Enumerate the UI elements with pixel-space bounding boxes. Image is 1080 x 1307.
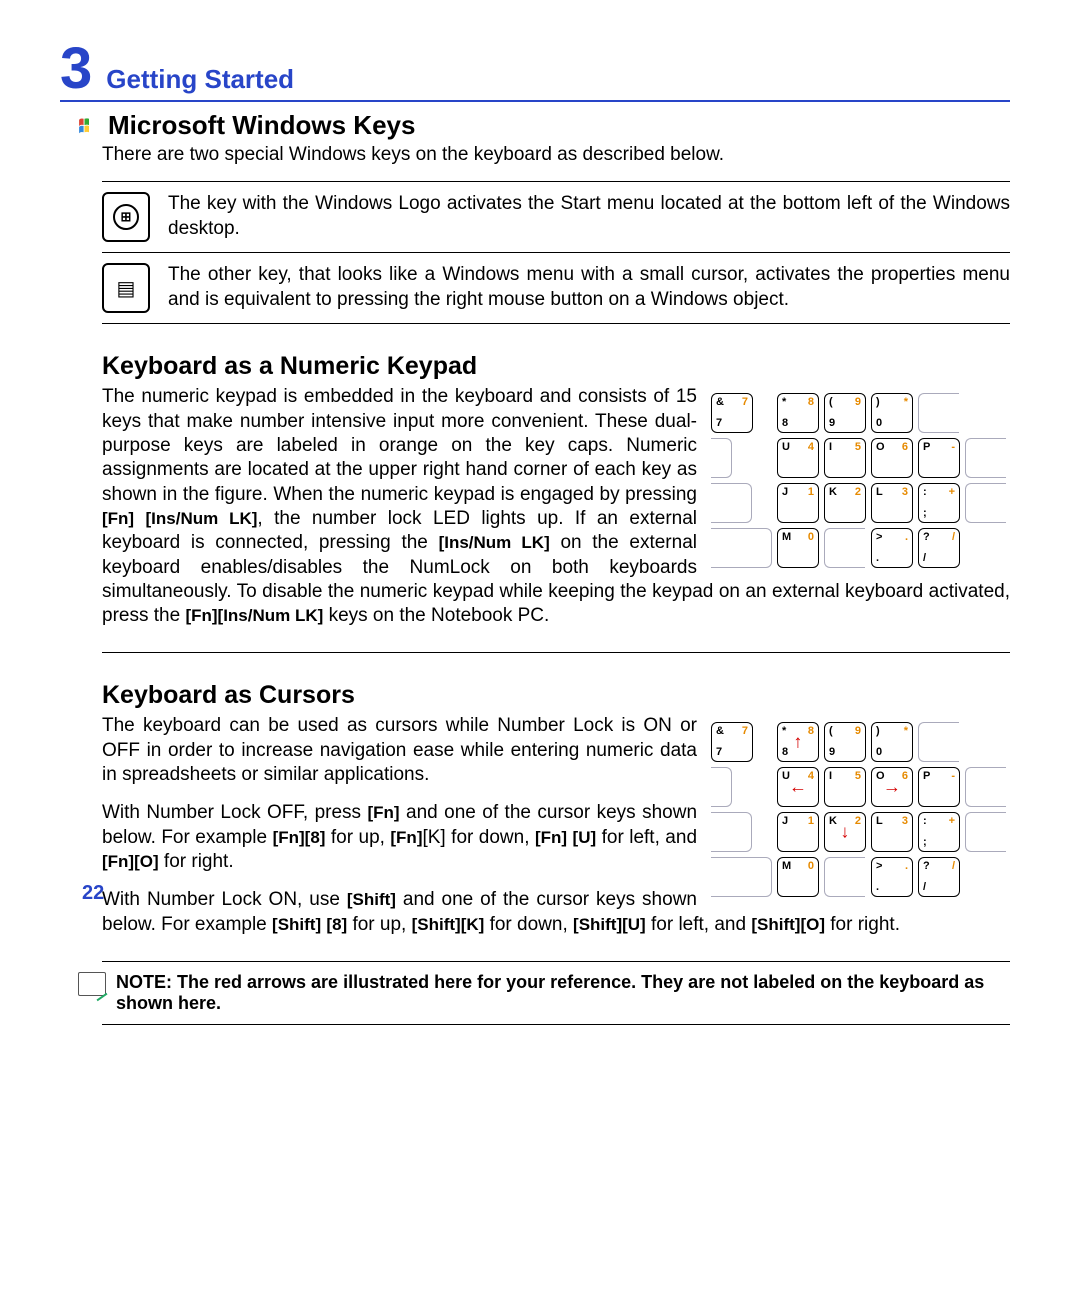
menu-key-desc: The other key, that looks like a Windows…: [168, 263, 1010, 312]
numeric-keypad-figure: &77*88(99)*0U4I5O6P-J1K2L3:+;M0>..?//: [707, 389, 1010, 572]
divider: [102, 961, 1010, 962]
menu-key-icon: ▤: [102, 263, 150, 313]
note-icon: [78, 972, 106, 996]
divider: [102, 323, 1010, 324]
chapter-number: 3: [60, 40, 92, 98]
page-number: 22: [82, 882, 104, 905]
windows-flag-icon: [78, 117, 100, 135]
chapter-title: Getting Started: [106, 64, 294, 95]
windows-logo-key-desc: The key with the Windows Logo activates …: [168, 192, 1010, 241]
divider: [102, 652, 1010, 653]
note-row: NOTE: The red arrows are illustrated her…: [78, 972, 1010, 1014]
cursor-keypad-figure: &77*88↑(99)*0U4←I5O6→P-J1K2↓L3:+;M0>..?/…: [707, 718, 1010, 901]
note-text: NOTE: The red arrows are illustrated her…: [116, 972, 1010, 1014]
windows-logo-key-row: ⊞ The key with the Windows Logo activate…: [102, 192, 1010, 242]
chapter-header: 3 Getting Started: [60, 40, 1010, 102]
windows-logo-key-icon: ⊞: [102, 192, 150, 242]
windows-keys-intro: There are two special Windows keys on th…: [102, 143, 1010, 167]
section-title-cursors: Keyboard as Cursors: [102, 681, 1010, 710]
divider: [102, 181, 1010, 182]
divider: [102, 1024, 1010, 1025]
section-title-windows-keys: Microsoft Windows Keys: [108, 110, 415, 141]
divider: [102, 252, 1010, 253]
menu-key-row: ▤ The other key, that looks like a Windo…: [102, 263, 1010, 313]
section-title-numeric-keypad: Keyboard as a Numeric Keypad: [102, 352, 1010, 381]
